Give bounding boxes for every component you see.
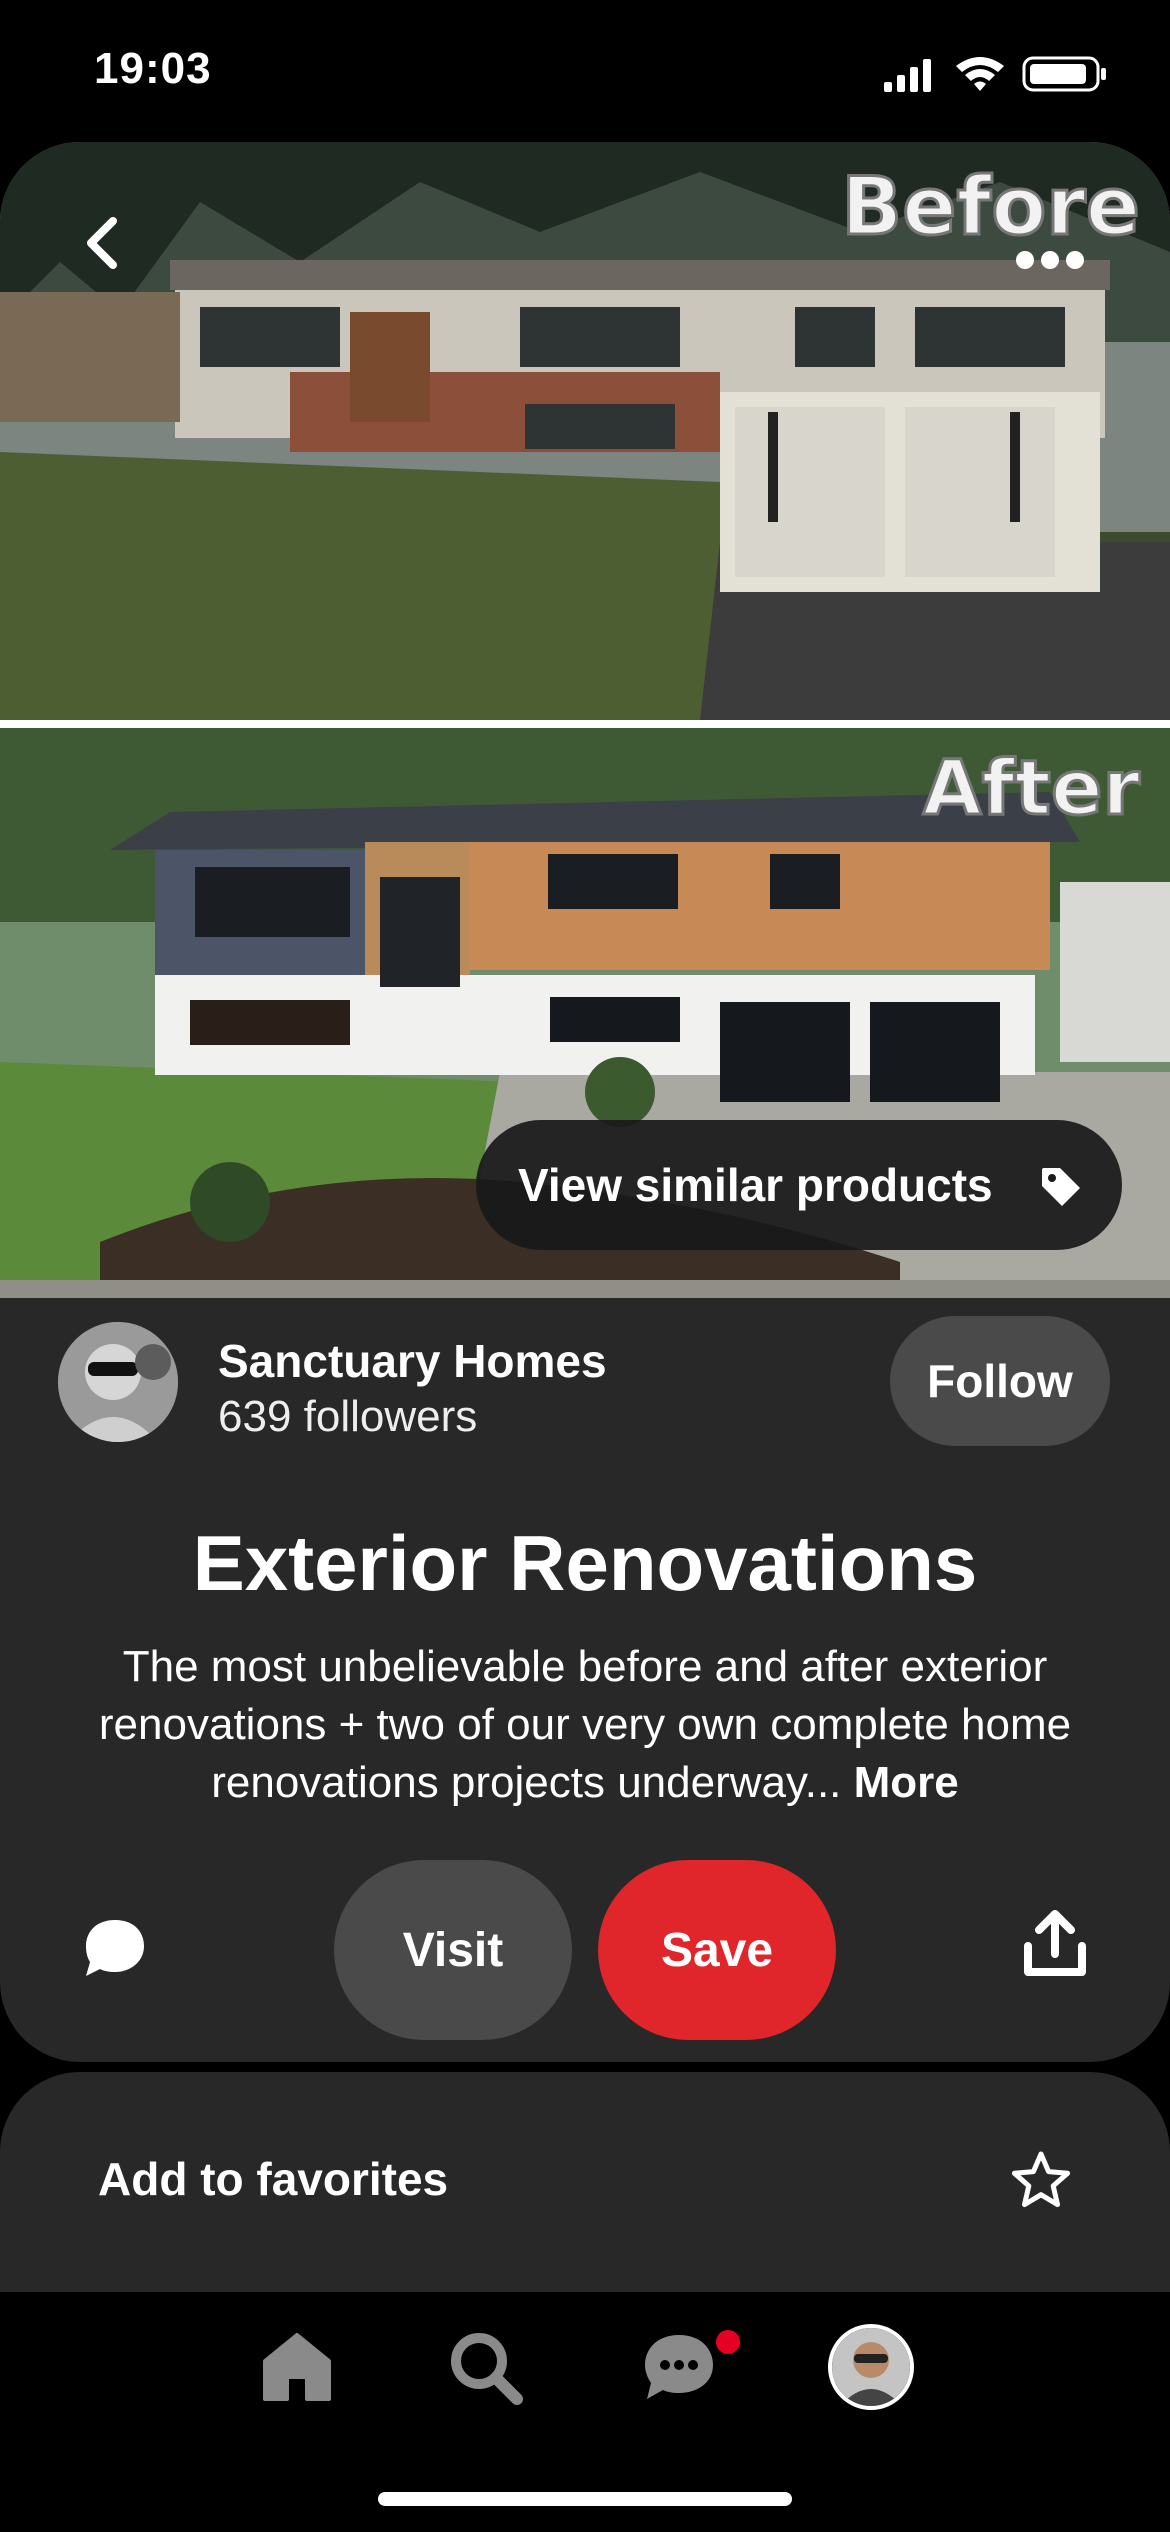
pin-actions: Visit Save	[0, 1860, 1170, 2040]
share-button[interactable]	[1022, 1910, 1088, 1980]
tab-profile[interactable]	[828, 2324, 914, 2410]
pin-title: Exterior Renovations	[192, 1519, 978, 1607]
after-label: After	[923, 743, 1141, 832]
tab-home[interactable]	[252, 2322, 342, 2412]
status-icons	[884, 56, 1106, 92]
visit-button[interactable]: Visit	[334, 1860, 572, 2040]
home-indicator-bar	[378, 2492, 792, 2506]
tab-messages[interactable]	[634, 2322, 724, 2412]
creator-name[interactable]: Sanctuary Homes	[218, 1334, 607, 1388]
search-icon	[451, 2333, 523, 2405]
messages-icon	[645, 2335, 713, 2399]
follow-button[interactable]: Follow	[890, 1316, 1110, 1446]
comment-button[interactable]	[80, 1914, 150, 1984]
more-icon	[1016, 251, 1084, 269]
avatar-image	[58, 1322, 178, 1442]
view-similar-products-button[interactable]: View similar products	[476, 1120, 1122, 1250]
tag-icon	[1042, 1168, 1080, 1206]
wifi-icon	[956, 57, 1004, 91]
pin-image[interactable]: Before After View similar products	[0, 142, 1170, 1298]
save-button[interactable]: Save	[598, 1860, 836, 2040]
star-icon[interactable]	[1010, 2150, 1072, 2212]
comment-icon	[86, 1920, 144, 1976]
pin-description: The most unbelievable before and after e…	[60, 1638, 1110, 1812]
back-icon	[87, 217, 117, 269]
home-icon	[263, 2333, 331, 2401]
creator-followers: 639 followers	[218, 1392, 478, 1441]
creator-avatar[interactable]	[58, 1322, 178, 1442]
before-label: Before	[841, 160, 1140, 253]
more-link[interactable]: More	[854, 1758, 959, 1807]
creator-row: Sanctuary Homes 639 followers Follow	[0, 1316, 1170, 1472]
pin-card: Before After View similar products Sanct…	[0, 142, 1170, 2062]
profile-avatar-icon	[832, 2328, 910, 2406]
notification-dot	[716, 2330, 740, 2354]
add-to-favorites-label: Add to favorites	[98, 2153, 449, 2205]
back-button[interactable]	[66, 208, 136, 278]
status-time: 19:03	[94, 44, 212, 93]
signal-icon	[884, 59, 931, 92]
more-options-button[interactable]	[1010, 240, 1090, 280]
share-icon	[1024, 1910, 1086, 1976]
view-similar-products-label: View similar products	[518, 1159, 993, 1211]
battery-icon	[1022, 56, 1106, 92]
tab-search[interactable]	[440, 2322, 530, 2412]
status-bar: 19:03	[0, 0, 1170, 140]
